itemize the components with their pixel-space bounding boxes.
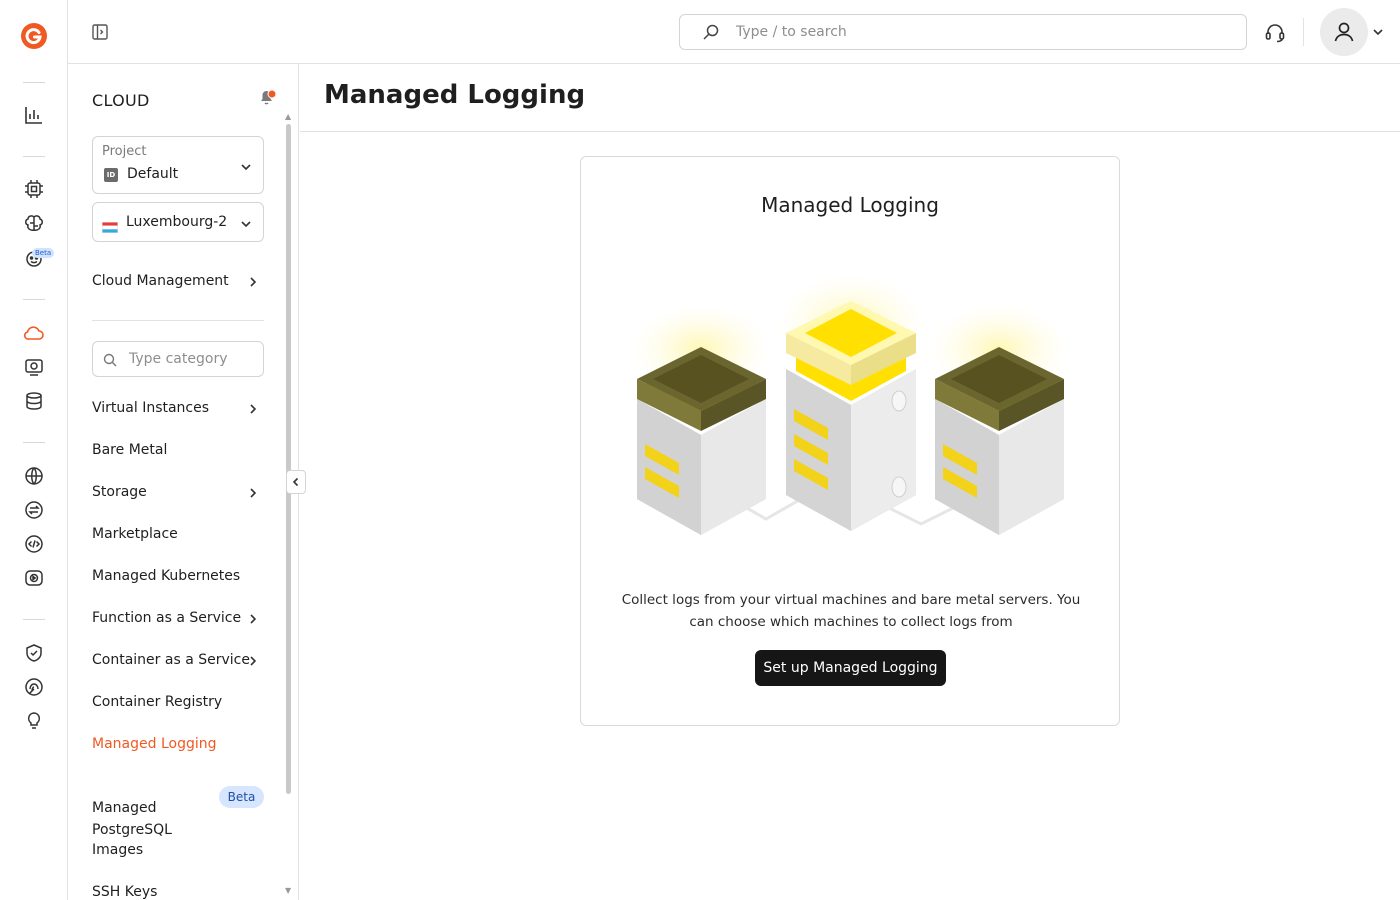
project-select[interactable]: Project ID Default bbox=[92, 136, 264, 194]
chevron-down-icon[interactable] bbox=[1371, 24, 1385, 38]
notification-bell-icon[interactable] bbox=[256, 86, 278, 108]
luxembourg-flag-icon bbox=[102, 218, 118, 233]
search-icon bbox=[702, 23, 720, 41]
nav-item-label: Container as a Service bbox=[92, 652, 250, 668]
nav-item-managed-kubernetes[interactable]: Managed Kubernetes bbox=[92, 565, 264, 587]
nav-item-container-as-a-service[interactable]: Container as a Service bbox=[92, 649, 264, 671]
cloud-management-item[interactable]: Cloud Management bbox=[92, 270, 264, 292]
nav-item-label: Managed PostgreSQL bbox=[92, 800, 172, 838]
sidenav-scrollbar[interactable] bbox=[286, 124, 291, 794]
nav-item-label: Managed Kubernetes bbox=[92, 568, 241, 584]
transfer-icon[interactable] bbox=[22, 498, 46, 522]
empty-state-card: Managed Logging Collect logs from your v… bbox=[580, 156, 1120, 726]
rail-divider bbox=[23, 82, 45, 83]
bulb-icon[interactable] bbox=[22, 709, 46, 733]
card-description: Collect logs from your virtual machines … bbox=[621, 592, 1081, 630]
scroll-down-arrow[interactable]: ▼ bbox=[285, 886, 291, 895]
servers-illustration bbox=[631, 269, 1071, 549]
nav-item-label: Storage bbox=[92, 484, 147, 500]
page-title: Managed Logging bbox=[324, 80, 586, 110]
chart-icon[interactable] bbox=[22, 103, 46, 127]
nav-item-virtual-instances[interactable]: Virtual Instances bbox=[92, 397, 264, 419]
card-title: Managed Logging bbox=[761, 193, 939, 217]
nav-item-marketplace[interactable]: Marketplace bbox=[92, 523, 264, 545]
chevron-left-icon bbox=[292, 477, 299, 487]
nav-item-label: Function as a Service bbox=[92, 610, 242, 626]
nav-item-label: SSH Keys bbox=[92, 884, 158, 900]
chevron-down-icon bbox=[239, 216, 253, 230]
shield-icon[interactable] bbox=[22, 641, 46, 665]
rail-divider bbox=[23, 156, 45, 157]
nav-item-function-as-a-service[interactable]: Function as a Service bbox=[92, 607, 264, 629]
chevron-right-icon bbox=[246, 653, 260, 667]
region-select[interactable]: Luxembourg-2 bbox=[92, 202, 264, 242]
main-header: Managed Logging bbox=[300, 64, 1400, 132]
category-search-placeholder: Type category bbox=[129, 351, 228, 367]
category-search-input[interactable]: Type category bbox=[92, 341, 264, 377]
chevron-right-icon bbox=[246, 485, 260, 499]
headset-support-icon[interactable] bbox=[1263, 20, 1287, 44]
chevron-right-icon bbox=[246, 401, 260, 415]
nav-item-bare-metal[interactable]: Bare Metal bbox=[92, 439, 264, 461]
chip-icon[interactable] bbox=[22, 177, 46, 201]
global-search-input[interactable]: Type / to search bbox=[679, 14, 1247, 50]
nav-item-managed-logging[interactable]: Managed Logging bbox=[92, 733, 264, 755]
cloud-side-nav: CLOUD Project ID Default Luxembourg-2 Cl… bbox=[68, 64, 299, 900]
scroll-up-arrow[interactable]: ▲ bbox=[285, 112, 291, 121]
nav-item-label: Virtual Instances bbox=[92, 400, 210, 416]
setup-managed-logging-button[interactable]: Set up Managed Logging bbox=[755, 650, 946, 686]
fingerprint-icon[interactable] bbox=[22, 675, 46, 699]
gcore-logo-icon[interactable] bbox=[20, 22, 48, 50]
sidebar-toggle-icon[interactable] bbox=[90, 22, 110, 42]
chevron-right-icon bbox=[246, 611, 260, 625]
collapse-sidenav-button[interactable] bbox=[286, 470, 306, 494]
monitor-icon[interactable] bbox=[22, 355, 46, 379]
chevron-right-icon bbox=[246, 274, 260, 288]
nav-item-images[interactable]: Images bbox=[92, 839, 264, 861]
nav-item-storage[interactable]: Storage bbox=[92, 481, 264, 503]
search-placeholder: Type / to search bbox=[736, 24, 847, 40]
nav-item-label: Cloud Management bbox=[92, 273, 229, 289]
globe-icon[interactable] bbox=[22, 464, 46, 488]
project-id-icon: ID bbox=[104, 168, 118, 182]
project-value: Default bbox=[127, 166, 179, 182]
rail-divider bbox=[23, 619, 45, 620]
cloud-icon[interactable] bbox=[22, 321, 46, 345]
beta-badge: Beta bbox=[219, 786, 264, 808]
region-value: Luxembourg-2 bbox=[126, 214, 228, 230]
video-icon[interactable] bbox=[22, 566, 46, 590]
icon-rail: Beta bbox=[0, 0, 68, 900]
user-avatar[interactable] bbox=[1320, 8, 1368, 56]
nav-item-label: Bare Metal bbox=[92, 442, 168, 458]
rail-divider bbox=[23, 442, 45, 443]
nav-item-label: Managed Logging bbox=[92, 736, 217, 752]
sidenav-divider bbox=[92, 320, 264, 321]
project-label: Project bbox=[102, 144, 147, 159]
nav-item-container-registry[interactable]: Container Registry bbox=[92, 691, 264, 713]
nav-item-ssh-keys[interactable]: SSH Keys bbox=[92, 881, 264, 900]
code-icon[interactable] bbox=[22, 532, 46, 556]
nav-item-label: Images bbox=[92, 842, 144, 858]
nav-item-label: Marketplace bbox=[92, 526, 178, 542]
rail-beta-badge: Beta bbox=[32, 248, 55, 258]
nav-item-label: Container Registry bbox=[92, 694, 223, 710]
rail-divider bbox=[23, 299, 45, 300]
brain-icon[interactable] bbox=[22, 212, 46, 236]
search-icon bbox=[103, 352, 117, 367]
database-icon[interactable] bbox=[22, 389, 46, 413]
chevron-down-icon bbox=[239, 159, 253, 173]
nav-item-managed-postgresql[interactable]: Managed PostgreSQL bbox=[92, 775, 264, 841]
topbar-divider bbox=[1303, 18, 1304, 46]
top-bar: Type / to search bbox=[68, 0, 1400, 64]
sidenav-title: CLOUD bbox=[92, 91, 150, 110]
